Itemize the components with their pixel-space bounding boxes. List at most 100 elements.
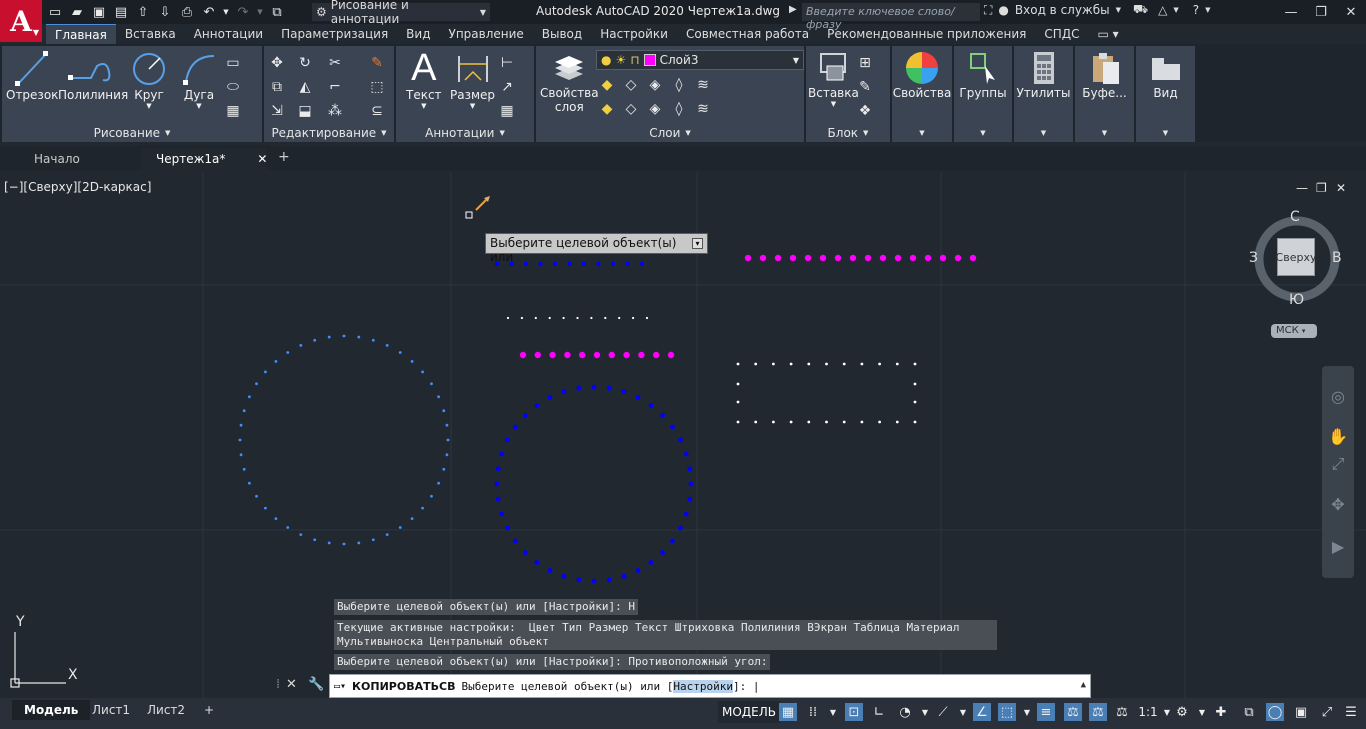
chevron-down-icon[interactable]: ▼: [470, 102, 475, 110]
layout-tab-model[interactable]: Модель: [12, 700, 91, 720]
edit-block-icon[interactable]: ✎: [856, 78, 874, 96]
properties-expand[interactable]: ▼: [892, 124, 952, 142]
offset-icon[interactable]: ⊆: [368, 102, 386, 120]
annotation-scale-icon[interactable]: ⚖: [1113, 703, 1131, 721]
new-tab-button[interactable]: +: [278, 149, 294, 165]
print-icon[interactable]: ⎙: [178, 3, 196, 21]
object-snap-tracking-icon[interactable]: ∠: [973, 703, 991, 721]
groups-expand[interactable]: ▼: [954, 124, 1012, 142]
application-menu-button[interactable]: A ▼: [0, 0, 42, 42]
annotation-scale-value[interactable]: 1:1: [1136, 703, 1160, 721]
help-icon[interactable]: ?: [1193, 3, 1199, 17]
layer-match-icon[interactable]: ≋: [694, 76, 712, 94]
auto-scale-icon[interactable]: ⚖: [1089, 703, 1107, 721]
zoom-extents-icon[interactable]: ⤢: [1328, 454, 1348, 474]
polar-tracking-icon[interactable]: ◔: [896, 703, 914, 721]
new-file-icon[interactable]: ▭: [46, 3, 64, 21]
polyline-tool[interactable]: Полилиния: [58, 50, 128, 102]
isolate-objects-icon[interactable]: ⧉: [1240, 703, 1258, 721]
properties-panel[interactable]: Свойства ▼: [892, 46, 952, 142]
chevron-down-icon[interactable]: ▼: [824, 703, 842, 721]
line-tool[interactable]: Отрезок: [6, 50, 58, 102]
cart-icon[interactable]: ⛟: [1133, 2, 1148, 18]
hatch-icon[interactable]: ▦: [224, 102, 242, 120]
modify-panel-title[interactable]: Редактирование ▼: [264, 124, 394, 142]
erase-icon[interactable]: ✎: [368, 54, 386, 72]
viewcube-west[interactable]: З: [1249, 250, 1258, 266]
orbit-icon[interactable]: ✥: [1328, 494, 1348, 514]
create-block-icon[interactable]: ⊞: [856, 54, 874, 72]
viewcube-south[interactable]: Ю: [1289, 292, 1304, 308]
mirror-icon[interactable]: ◭: [296, 78, 314, 96]
steering-wheel-icon[interactable]: ◎: [1328, 386, 1348, 406]
viewport-controls[interactable]: [−][Сверху][2D-каркас]: [4, 180, 151, 194]
file-tab-start[interactable]: Начало: [20, 148, 94, 170]
ribbon-tab-insert[interactable]: Вставка: [116, 24, 185, 44]
close-icon[interactable]: ✕: [257, 152, 267, 166]
layer-on-icon[interactable]: ◆: [598, 100, 616, 118]
layers-panel-title[interactable]: Слои ▼: [536, 124, 804, 142]
layer-properties-tool[interactable]: Свойства слоя: [540, 50, 599, 114]
match-properties-icon[interactable]: ⧉: [268, 3, 286, 21]
ribbon-tab-collaborate[interactable]: Совместная работа: [677, 24, 818, 44]
clipboard-tool[interactable]: Буфе...: [1079, 50, 1130, 100]
undo-icon[interactable]: ↶: [200, 3, 218, 21]
search-input[interactable]: Введите ключевое слово/фразу: [802, 3, 980, 31]
circle-tool[interactable]: Круг ▼: [130, 50, 168, 110]
layout-tab-sheet2[interactable]: Лист2: [135, 700, 197, 720]
ribbon-tab-parametric[interactable]: Параметризация: [272, 24, 397, 44]
binoculars-icon[interactable]: ⛶: [984, 3, 992, 18]
command-line-grip[interactable]: ⁞: [276, 677, 280, 692]
lineweight-icon[interactable]: ≡: [1037, 703, 1055, 721]
restore-icon[interactable]: ❐: [1306, 0, 1336, 24]
open-web-icon[interactable]: ⇧: [134, 3, 152, 21]
command-prompt-icon[interactable]: ▭▾: [334, 681, 346, 692]
layer-unlock-icon[interactable]: ◊: [670, 100, 688, 118]
minimize-icon[interactable]: —: [1276, 0, 1306, 24]
chevron-down-icon[interactable]: ▼: [421, 102, 426, 110]
view-tool[interactable]: Вид: [1140, 50, 1191, 100]
model-space-toggle[interactable]: МОДЕЛЬ: [718, 701, 781, 723]
chevron-down-icon[interactable]: ▼: [916, 703, 934, 721]
chevron-down-icon[interactable]: ▼: [146, 102, 151, 110]
grid-toggle-icon[interactable]: ▦: [779, 703, 797, 721]
ellipse-icon[interactable]: ⬭: [224, 78, 242, 96]
dynamic-input-icon[interactable]: ⊡: [845, 703, 863, 721]
chevron-down-icon[interactable]: ▼: [1193, 703, 1211, 721]
object-snap-icon[interactable]: ⬚: [998, 703, 1016, 721]
viewcube-top-face[interactable]: Сверху: [1276, 238, 1316, 276]
save-web-icon[interactable]: ⇩: [156, 3, 174, 21]
annotation-panel-title[interactable]: Аннотации ▼: [396, 124, 534, 142]
chevron-down-icon[interactable]: ▼: [1116, 6, 1121, 14]
fillet-icon[interactable]: ⌐: [326, 78, 344, 96]
clipboard-panel[interactable]: Буфе... ▼: [1075, 46, 1134, 142]
layer-dropdown[interactable]: ● ☀ ⊓ Слой3 ▼: [596, 50, 804, 70]
ribbon-tab-addins[interactable]: Настройки: [591, 24, 677, 44]
ribbon-tab-output[interactable]: Вывод: [533, 24, 591, 44]
pan-icon[interactable]: ✋: [1328, 426, 1348, 446]
rotate-icon[interactable]: ↻: [296, 54, 314, 72]
array-icon[interactable]: ⁂: [326, 102, 344, 120]
properties-tool[interactable]: Свойства: [893, 50, 951, 100]
scale-icon[interactable]: ⬓: [296, 102, 314, 120]
redo-icon[interactable]: ↷: [234, 3, 252, 21]
chevron-down-icon[interactable]: ▼: [1205, 6, 1210, 14]
copy-icon[interactable]: ⧉: [268, 78, 286, 96]
chevron-down-icon[interactable]: ▼: [954, 703, 972, 721]
ucs-menu[interactable]: МСК ▾: [1271, 324, 1317, 338]
layer-lock-icon[interactable]: ◊: [670, 76, 688, 94]
viewport-restore-icon[interactable]: ❐: [1316, 181, 1327, 195]
groups-panel[interactable]: Группы ▼: [954, 46, 1012, 142]
file-tab-drawing[interactable]: Чертеж1a* ✕: [142, 148, 267, 170]
command-line-customize-icon[interactable]: 🔧: [308, 677, 324, 692]
search-expand-icon[interactable]: ▶: [789, 4, 797, 15]
command-line-close-icon[interactable]: ✕: [286, 677, 297, 692]
viewport-minimize-icon[interactable]: —: [1296, 181, 1308, 195]
annotation-visibility-icon[interactable]: ⚖: [1064, 703, 1082, 721]
rectangle-icon[interactable]: ▭: [224, 54, 242, 72]
open-folder-icon[interactable]: ▰: [68, 3, 86, 21]
layout-tab-sheet1[interactable]: Лист1: [80, 700, 142, 720]
customization-menu-icon[interactable]: ☰: [1342, 703, 1360, 721]
workspace-selector[interactable]: ⚙ Рисование и аннотации ▼: [312, 0, 490, 26]
leader-icon[interactable]: ↗: [498, 78, 516, 96]
